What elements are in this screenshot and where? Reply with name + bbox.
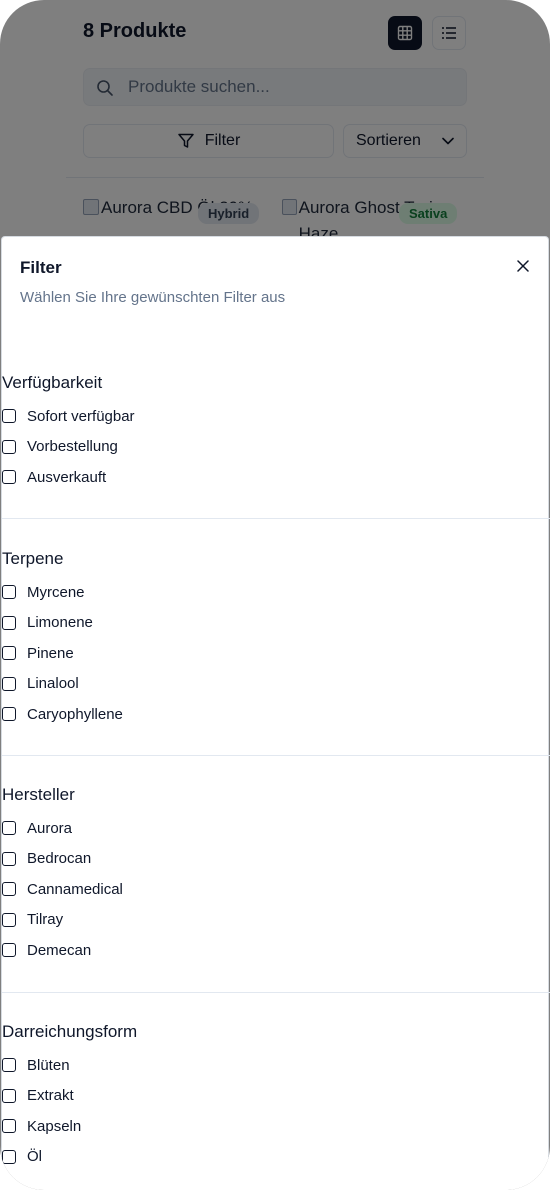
- checkbox[interactable]: [2, 1088, 16, 1103]
- close-button[interactable]: [513, 256, 533, 276]
- option-label: Aurora: [27, 819, 73, 837]
- section-title: Terpene: [2, 549, 64, 568]
- filter-option[interactable]: Caryophyllene: [2, 699, 550, 730]
- checkbox[interactable]: [2, 470, 16, 485]
- checkbox[interactable]: [2, 615, 16, 630]
- checkbox[interactable]: [2, 707, 16, 722]
- option-label: Extrakt: [27, 1087, 74, 1105]
- option-label: Ausverkauft: [27, 468, 107, 486]
- sheet-description: Wählen Sie Ihre gewünschten Filter aus: [20, 289, 286, 306]
- close-icon: [517, 260, 529, 272]
- section-divider: [2, 755, 550, 756]
- checkbox[interactable]: [2, 1149, 16, 1164]
- section-title: Verfügbarkeit: [2, 373, 103, 392]
- section-divider: [2, 518, 550, 519]
- checkbox[interactable]: [2, 585, 16, 600]
- option-label: Myrcene: [27, 583, 85, 601]
- filter-option[interactable]: Tilray: [2, 905, 550, 936]
- filter-option[interactable]: Bedrocan: [2, 844, 550, 875]
- option-label: Blüten: [27, 1056, 70, 1074]
- filter-option[interactable]: Ausverkauft: [2, 462, 550, 493]
- option-label: Demecan: [27, 941, 92, 959]
- filter-option[interactable]: Linalool: [2, 669, 550, 700]
- sheet-title: Filter: [20, 258, 62, 277]
- filter-option[interactable]: Pinene: [2, 638, 550, 669]
- option-label: Cannamedical: [27, 880, 123, 898]
- option-label: Sofort verfügbar: [27, 407, 135, 425]
- section-title: Hersteller: [2, 785, 75, 804]
- app-screen: 8 Produkte: [0, 0, 550, 1190]
- filter-option[interactable]: Blüten: [2, 1050, 550, 1081]
- filter-section-terpenes: Terpene Myrcene Limonene Pinene Linalool…: [2, 547, 550, 730]
- filter-option[interactable]: Aurora: [2, 813, 550, 844]
- checkbox[interactable]: [2, 821, 16, 836]
- section-title: Darreichungsform: [2, 1022, 138, 1041]
- filter-option[interactable]: Myrcene: [2, 577, 550, 608]
- filter-section-manufacturer: Hersteller Aurora Bedrocan Cannamedical …: [2, 783, 550, 966]
- section-divider: [2, 992, 550, 993]
- checkbox[interactable]: [2, 409, 16, 424]
- filter-option[interactable]: Öl: [2, 1142, 550, 1173]
- option-label: Öl: [27, 1148, 42, 1166]
- checkbox[interactable]: [2, 1119, 16, 1134]
- filter-option[interactable]: Extrakt: [2, 1081, 550, 1112]
- option-label: Caryophyllene: [27, 705, 123, 723]
- checkbox[interactable]: [2, 912, 16, 927]
- checkbox[interactable]: [2, 882, 16, 897]
- filter-option[interactable]: Cannamedical: [2, 874, 550, 905]
- checkbox[interactable]: [2, 646, 16, 661]
- filter-section-dosage-form: Darreichungsform Blüten Extrakt Kapseln …: [2, 1020, 550, 1172]
- filter-option[interactable]: Limonene: [2, 608, 550, 639]
- filter-option[interactable]: Sofort verfügbar: [2, 401, 550, 432]
- option-label: Kapseln: [27, 1117, 82, 1135]
- option-label: Linalool: [27, 675, 79, 693]
- checkbox[interactable]: [2, 1058, 16, 1073]
- option-label: Limonene: [27, 614, 93, 632]
- checkbox[interactable]: [2, 439, 16, 454]
- filter-option[interactable]: Vorbestellung: [2, 432, 550, 463]
- option-label: Vorbestellung: [27, 438, 118, 456]
- filter-section-availability: Verfügbarkeit Sofort verfügbar Vorbestel…: [2, 371, 550, 493]
- option-label: Pinene: [27, 644, 74, 662]
- filter-option[interactable]: Demecan: [2, 935, 550, 966]
- checkbox[interactable]: [2, 676, 16, 691]
- filter-sheet: Filter Wählen Sie Ihre gewünschten Filte…: [1, 236, 550, 1190]
- checkbox[interactable]: [2, 851, 16, 866]
- filter-option[interactable]: Kapseln: [2, 1111, 550, 1142]
- option-label: Tilray: [27, 911, 64, 929]
- checkbox[interactable]: [2, 943, 16, 958]
- option-label: Bedrocan: [27, 850, 92, 868]
